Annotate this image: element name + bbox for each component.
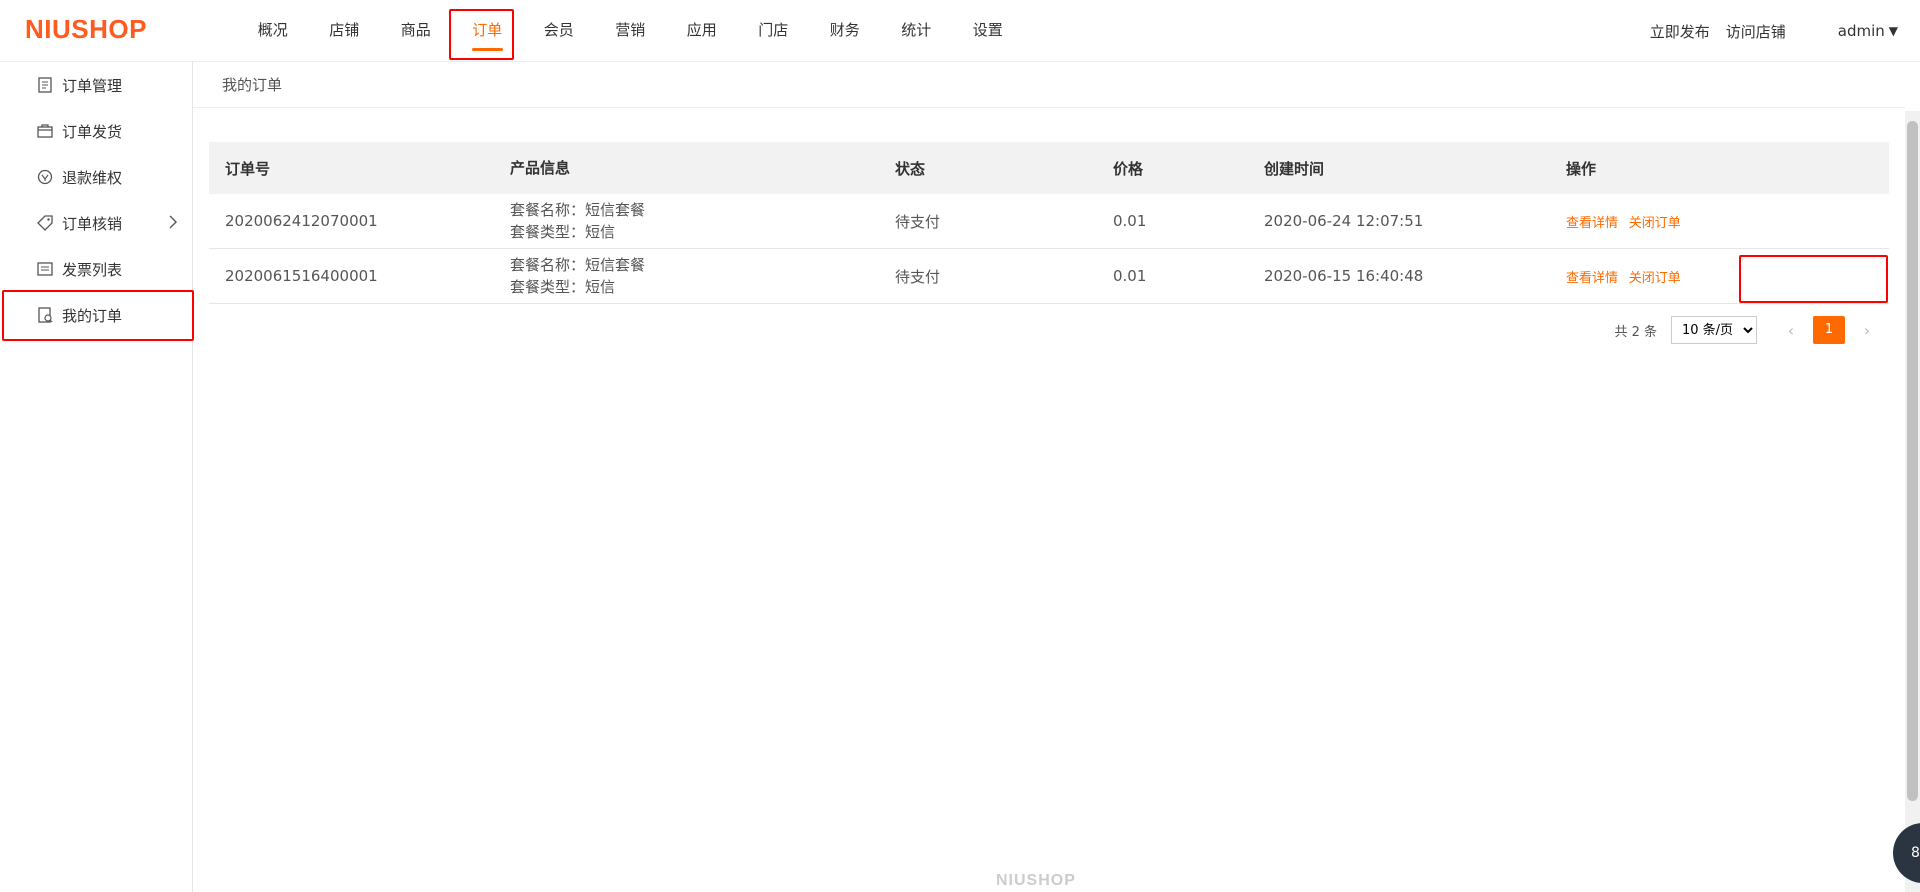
col-order-no: 订单号 (225, 159, 271, 178)
chevron-right-icon (168, 214, 178, 234)
scrollbar-thumb[interactable] (1907, 121, 1918, 801)
top-bar: NIUSHOP 概况 店铺 商品 订单 会员 营销 应用 门店 财务 统计 设置… (0, 0, 1920, 62)
package-name: 套餐名称：短信套餐 (510, 256, 646, 274)
sidebar-item-refund[interactable]: 退款维权 (0, 154, 192, 200)
page-size-select[interactable]: 10 条/页 (1671, 316, 1757, 344)
table-header: 订单号 产品信息 状态 价格 创建时间 操作 (209, 142, 1889, 194)
nav-apps[interactable]: 应用 (666, 0, 738, 62)
order-status: 待支付 (895, 267, 941, 286)
scrollbar[interactable] (1905, 111, 1920, 892)
package-type: 套餐类型：短信 (510, 223, 616, 241)
shipping-icon (37, 124, 53, 138)
package-type: 套餐类型：短信 (510, 278, 616, 296)
main-content: 我的订单 订单号 产品信息 状态 价格 创建时间 操作 202006241207… (193, 62, 1905, 892)
page-number[interactable]: 1 (1813, 316, 1845, 344)
view-detail-link[interactable]: 查看详情 (1566, 271, 1618, 286)
user-name: admin (1837, 22, 1885, 40)
user-menu[interactable]: admin ▼ (1838, 22, 1898, 40)
nav-marketing[interactable]: 营销 (595, 0, 667, 62)
highlight-box-actions (1739, 255, 1888, 303)
created-time: 2020-06-24 12:07:51 (1264, 212, 1424, 230)
sidebar: 订单管理 订单发货 退款维权 订单核销 发票列表 我的订单 (0, 62, 193, 892)
order-status: 待支付 (895, 212, 941, 231)
highlight-box-sidebar (2, 290, 194, 341)
sidebar-item-invoice[interactable]: 发票列表 (0, 246, 192, 292)
sidebar-item-verify[interactable]: 订单核销 (0, 200, 192, 246)
col-created: 创建时间 (1264, 159, 1325, 178)
nav-stores[interactable]: 门店 (738, 0, 810, 62)
refund-icon (37, 169, 53, 185)
col-actions: 操作 (1566, 159, 1597, 178)
footer-logo: NIUSHOP (996, 872, 1076, 889)
created-time: 2020-06-15 16:40:48 (1264, 267, 1424, 285)
product-info: 套餐名称：短信套餐 套餐类型：短信 (494, 199, 879, 243)
pagination: 共 2 条 10 条/页 ‹ 1 › (1614, 316, 1881, 344)
total-count: 共 2 条 (1614, 324, 1657, 340)
nav-finance[interactable]: 财务 (809, 0, 881, 62)
nav-overview[interactable]: 概况 (237, 0, 309, 62)
nav-store[interactable]: 店铺 (309, 0, 381, 62)
table-row: 2020062412070001 套餐名称：短信套餐 套餐类型：短信 待支付 0… (209, 194, 1889, 249)
order-no: 2020062412070001 (225, 212, 378, 230)
col-price: 价格 (1113, 159, 1144, 178)
order-price: 0.01 (1113, 212, 1147, 230)
verify-tag-icon (37, 215, 53, 231)
next-page-icon[interactable]: › (1853, 321, 1881, 340)
package-name: 套餐名称：短信套餐 (510, 201, 646, 219)
nav-members[interactable]: 会员 (523, 0, 595, 62)
table-row: 2020061516400001 套餐名称：短信套餐 套餐类型：短信 待支付 0… (209, 249, 1889, 304)
sidebar-item-order-manage[interactable]: 订单管理 (0, 62, 192, 108)
sidebar-item-label: 订单管理 (62, 76, 123, 95)
sidebar-item-shipping[interactable]: 订单发货 (0, 108, 192, 154)
nav-stats[interactable]: 统计 (881, 0, 953, 62)
nav-settings[interactable]: 设置 (952, 0, 1024, 62)
publish-link[interactable]: 立即发布 (1650, 21, 1710, 42)
product-info: 套餐名称：短信套餐 套餐类型：短信 (494, 254, 879, 298)
orders-table: 订单号 产品信息 状态 价格 创建时间 操作 2020062412070001 … (209, 142, 1889, 304)
invoice-icon (37, 262, 53, 276)
sidebar-item-label: 退款维权 (62, 168, 123, 187)
nav-goods[interactable]: 商品 (380, 0, 452, 62)
order-no: 2020061516400001 (225, 267, 378, 285)
main-nav: 概况 店铺 商品 订单 会员 营销 应用 门店 财务 统计 设置 (237, 0, 1024, 62)
view-detail-link[interactable]: 查看详情 (1566, 216, 1618, 231)
col-status: 状态 (895, 159, 926, 178)
sidebar-item-label: 发票列表 (62, 260, 123, 279)
breadcrumb: 我的订单 (193, 62, 1905, 108)
visit-store-link[interactable]: 访问店铺 (1726, 21, 1786, 42)
highlight-box-nav (449, 9, 514, 60)
caret-down-icon: ▼ (1888, 24, 1898, 38)
brand-logo[interactable]: NIUSHOP (25, 14, 147, 45)
close-order-link[interactable]: 关闭订单 (1629, 216, 1681, 231)
top-right-links: 立即发布 访问店铺 admin ▼ (1650, 0, 1920, 62)
prev-page-icon[interactable]: ‹ (1777, 321, 1805, 340)
close-order-link[interactable]: 关闭订单 (1629, 271, 1681, 286)
order-price: 0.01 (1113, 267, 1147, 285)
sidebar-item-label: 订单发货 (62, 122, 123, 141)
col-product: 产品信息 (510, 159, 571, 177)
list-doc-icon (38, 77, 52, 93)
row-actions: 查看详情 关闭订单 (1550, 212, 1889, 231)
sidebar-item-label: 订单核销 (62, 214, 123, 233)
